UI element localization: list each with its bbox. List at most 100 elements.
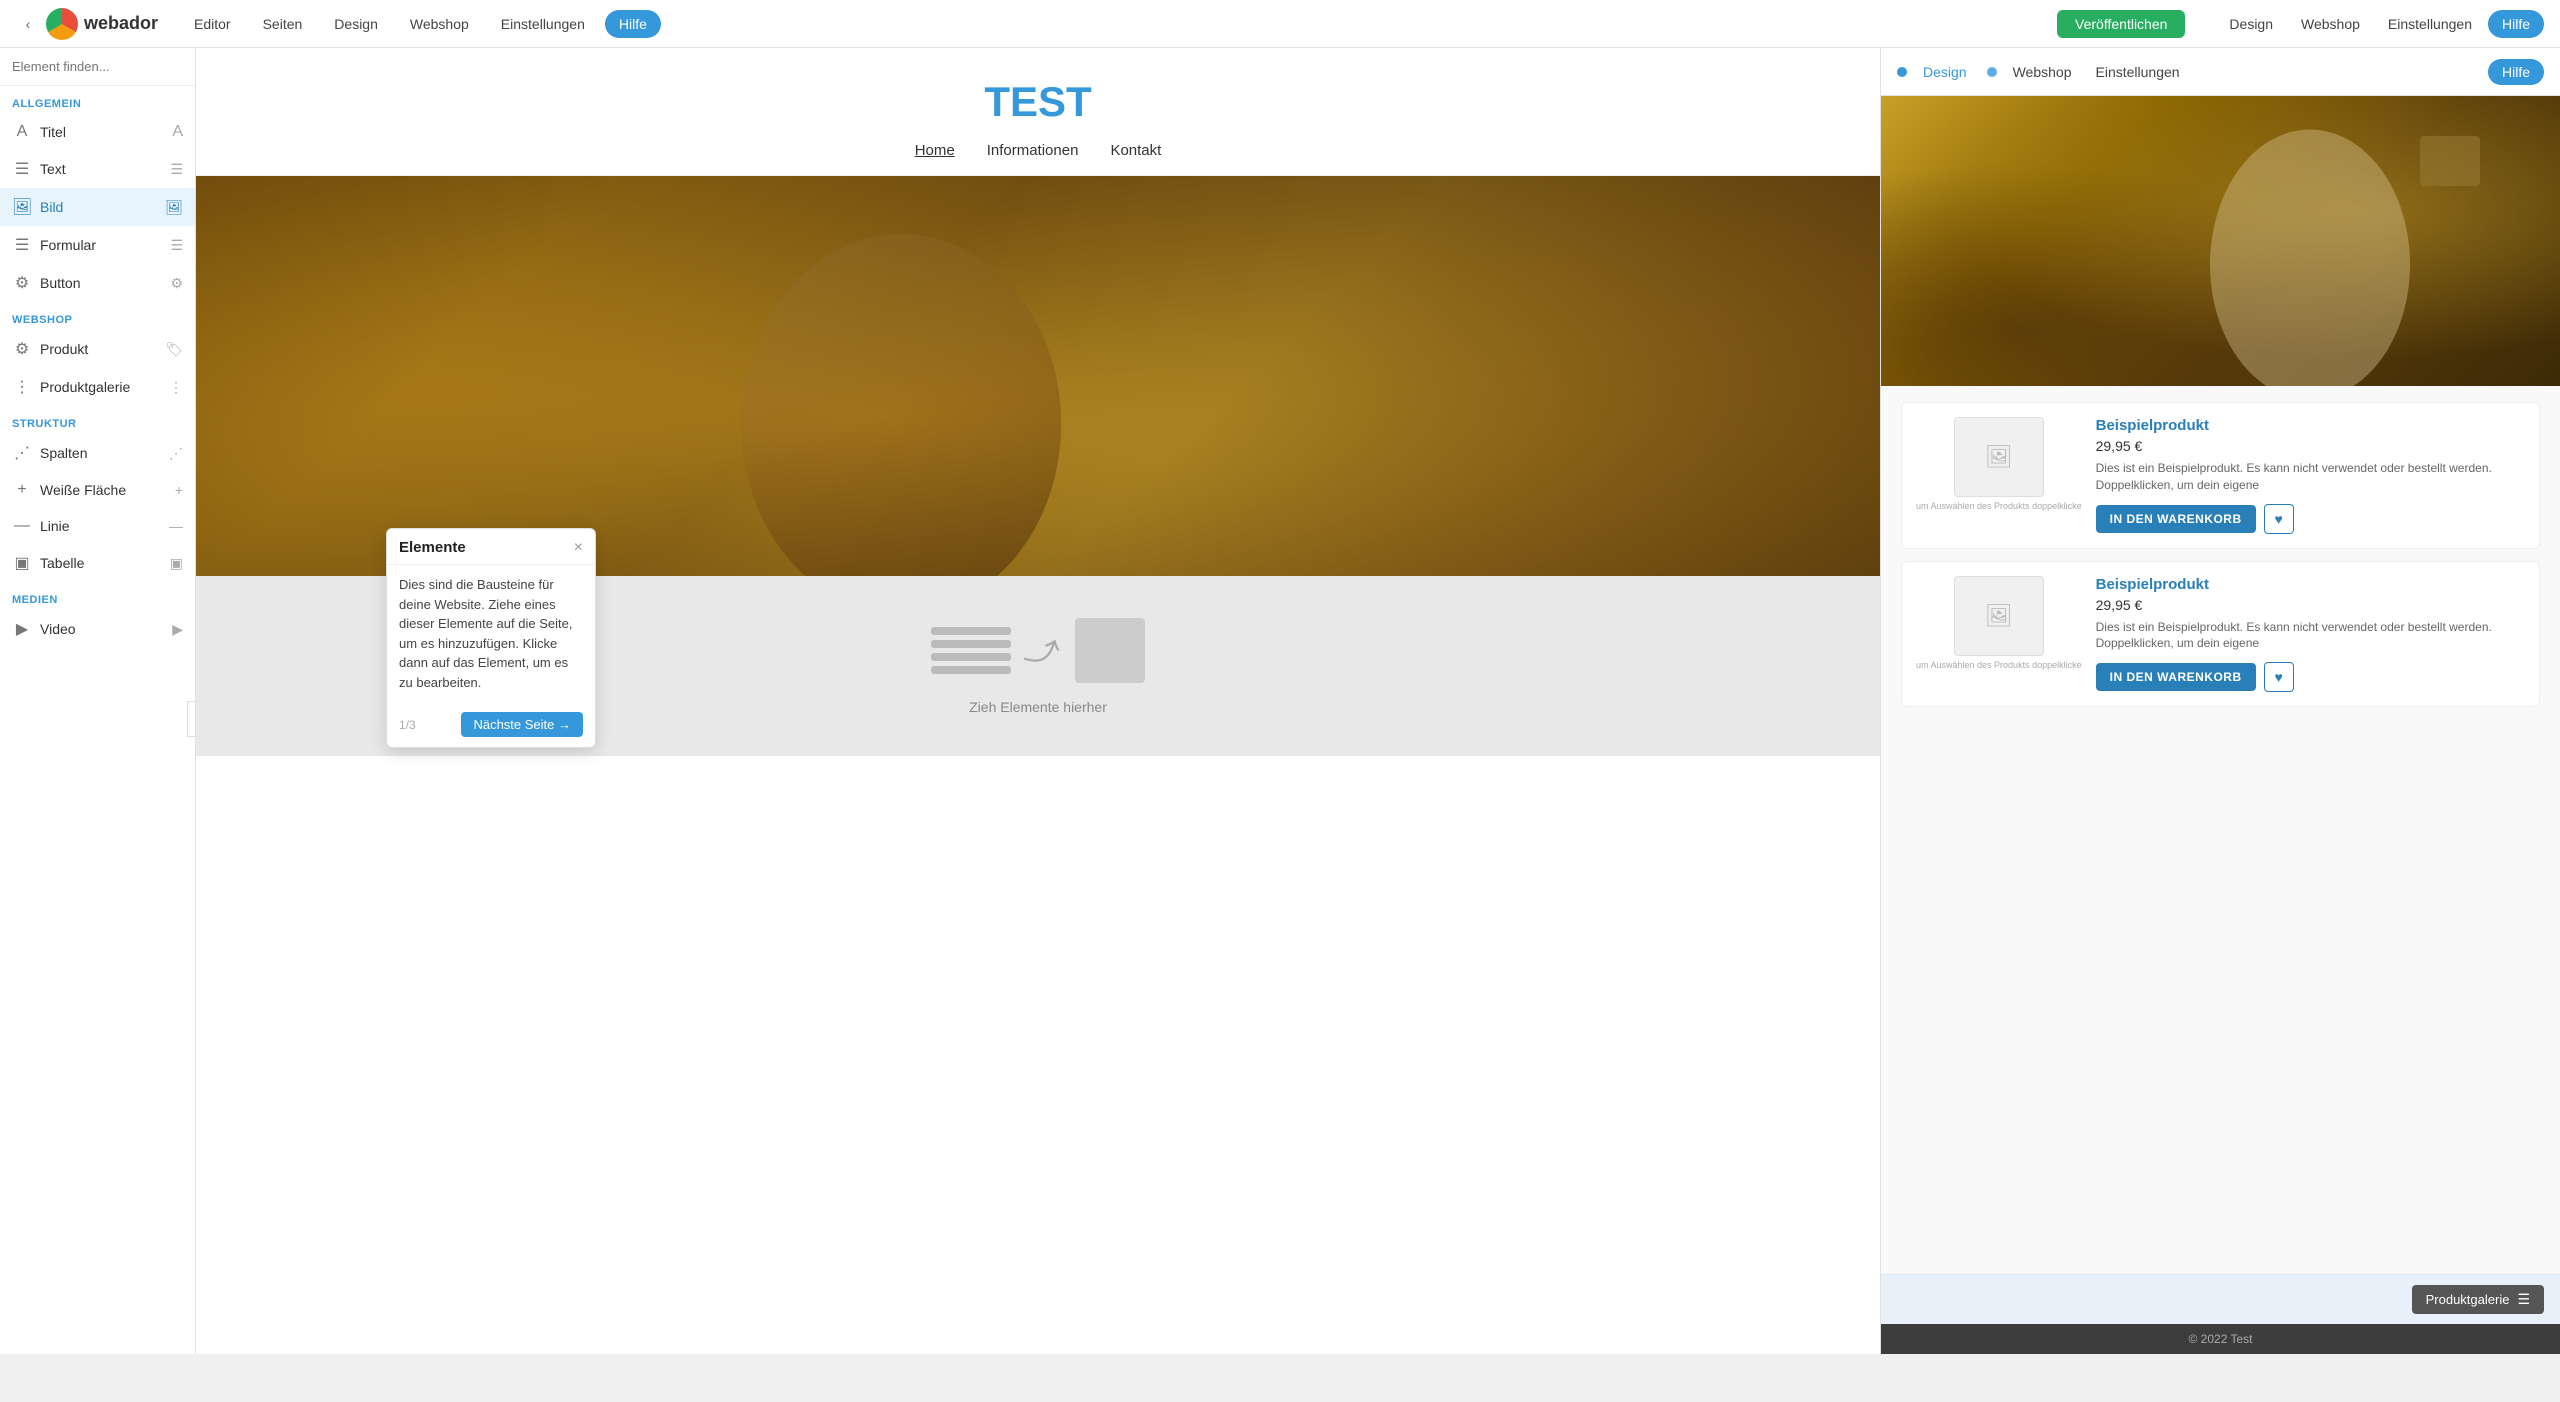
tabelle-icon: ▣ [12, 553, 32, 573]
button-icon-right: ⚙ [170, 275, 183, 292]
site-nav-kontakt[interactable]: Kontakt [1110, 142, 1161, 159]
hilfe-button-right[interactable]: Hilfe [2488, 10, 2544, 38]
top-nav: ‹ webador Editor Seiten Design Webshop E… [0, 0, 2560, 48]
right-nav-webshop[interactable]: Webshop [2289, 10, 2372, 38]
hero-image [196, 176, 1880, 576]
product-name-2: Beispielprodukt [2096, 576, 2525, 593]
nav-webshop[interactable]: Webshop [398, 10, 481, 38]
product-desc-2: Dies ist ein Beispielprodukt. Es kann ni… [2096, 619, 2525, 653]
drop-zone-lines [931, 627, 1011, 674]
right-nav-einstellungen[interactable]: Einstellungen [2088, 60, 2188, 84]
sidebar-item-label-weisse-flaeche: Weiße Fläche [40, 482, 126, 498]
bild-icon-right: 🖼 [165, 199, 183, 216]
sidebar-item-spalten[interactable]: ⋰ Spalten ⋰ [0, 434, 195, 472]
right-hilfe-button[interactable]: Hilfe [2488, 59, 2544, 85]
formular-icon: ☰ [12, 235, 32, 255]
cart-button-2[interactable]: IN DEN WARENKORB [2096, 663, 2256, 691]
text-icon: ☰ [12, 159, 32, 179]
produktgalerie-icon-right: ⋮ [169, 379, 183, 396]
sidebar-item-label-tabelle: Tabelle [40, 555, 84, 571]
gallery-label: Produktgalerie [2426, 1292, 2510, 1307]
sidebar-item-text[interactable]: ☰ Text ☰ [0, 150, 195, 188]
produktgalerie-icon: ⋮ [12, 377, 32, 397]
product-card-2: 🖼 um Auswählen des Produkts doppelklicke… [1901, 561, 2540, 708]
drop-line-1 [931, 627, 1011, 635]
sidebar-item-formular[interactable]: ☰ Formular ☰ [0, 226, 195, 264]
sidebar-item-produktgalerie[interactable]: ⋮ Produktgalerie ⋮ [0, 368, 195, 406]
popup-body: Dies sind die Bausteine für deine Websit… [387, 565, 595, 704]
nav-seiten[interactable]: Seiten [251, 10, 315, 38]
drop-arrow-icon: ⤴ [1020, 623, 1066, 677]
weisse-flaeche-icon: + [12, 481, 32, 499]
nav-design[interactable]: Design [322, 10, 390, 38]
sidebar: 🔍 ALLGEMEIN A Titel A ☰ Text ☰ 🖼 Bild 🖼 [0, 48, 196, 1354]
search-input[interactable] [12, 59, 188, 74]
main-layout: 🔍 ALLGEMEIN A Titel A ☰ Text ☰ 🖼 Bild 🖼 [0, 48, 2560, 1354]
sidebar-item-label-bild: Bild [40, 199, 63, 215]
product-image-2: 🖼 [1954, 576, 2044, 656]
popup-next-button[interactable]: Nächste Seite → [461, 712, 583, 737]
sidebar-item-tabelle[interactable]: ▣ Tabelle ▣ [0, 544, 195, 582]
elemente-popup: Elemente × Dies sind die Bausteine für d… [386, 528, 596, 748]
drop-line-4 [931, 666, 1011, 674]
right-nav-links: Design Webshop Einstellungen Hilfe [2217, 10, 2544, 38]
product-actions-2: IN DEN WARENKORB ♥ [2096, 662, 2525, 692]
popup-close-button[interactable]: × [574, 540, 583, 556]
section-allgemein: ALLGEMEIN [0, 86, 195, 114]
site-nav-home[interactable]: Home [915, 142, 955, 159]
cart-button-1[interactable]: IN DEN WARENKORB [2096, 505, 2256, 533]
section-webshop: WEBSHOP [0, 302, 195, 330]
drop-line-2 [931, 640, 1011, 648]
product-price-2: 29,95 € [2096, 597, 2525, 613]
product-image-icon-1: 🖼 [1985, 444, 2013, 470]
right-nav-webshop[interactable]: Webshop [2005, 60, 2080, 84]
produkt-icon-right: 🏷 [165, 341, 183, 358]
products-area: 🖼 um Auswählen des Produkts doppelklicke… [1881, 386, 2560, 1274]
video-icon: ▶ [12, 619, 32, 639]
heart-button-2[interactable]: ♥ [2264, 662, 2294, 692]
linie-icon: — [12, 517, 32, 535]
hilfe-button-left[interactable]: Hilfe [605, 10, 661, 38]
back-button[interactable]: ‹ [16, 12, 40, 36]
popup-page-indicator: 1/3 [399, 718, 416, 732]
sidebar-collapse-button[interactable]: ‹ [187, 701, 196, 737]
right-nav-design[interactable]: Design [1915, 60, 1975, 84]
sidebar-item-button[interactable]: ⚙ Button ⚙ [0, 264, 195, 302]
sidebar-item-weisse-flaeche[interactable]: + Weiße Fläche + [0, 472, 195, 508]
sidebar-item-produkt[interactable]: ⚙ Produkt 🏷 [0, 330, 195, 368]
sidebar-item-bild[interactable]: 🖼 Bild 🖼 [0, 188, 195, 226]
sidebar-item-label-button: Button [40, 275, 80, 291]
sidebar-item-label-produkt: Produkt [40, 341, 88, 357]
drop-target-box [1075, 618, 1145, 683]
produkt-icon: ⚙ [12, 339, 32, 359]
veroff-button[interactable]: Veröffentlichen [2057, 10, 2185, 38]
right-hero-image [1881, 96, 2560, 386]
logo-area: ‹ webador [16, 8, 158, 40]
bild-icon: 🖼 [12, 197, 32, 217]
logo-text: webador [84, 13, 158, 34]
right-nav-design[interactable]: Design [2217, 10, 2285, 38]
site-nav-info[interactable]: Informationen [987, 142, 1079, 159]
sidebar-item-linie[interactable]: — Linie — [0, 508, 195, 544]
section-medien: MEDIEN [0, 582, 195, 610]
product-desc-1: Dies ist ein Beispielprodukt. Es kann ni… [2096, 460, 2525, 494]
heart-button-1[interactable]: ♥ [2264, 504, 2294, 534]
product-actions-1: IN DEN WARENKORB ♥ [2096, 504, 2525, 534]
sidebar-item-label-titel: Titel [40, 124, 66, 140]
gallery-button[interactable]: Produktgalerie ☰ [2412, 1285, 2544, 1314]
nav-einstellungen[interactable]: Einstellungen [489, 10, 597, 38]
drop-zone-text: Zieh Elemente hierher [969, 699, 1107, 715]
nav-editor[interactable]: Editor [182, 10, 243, 38]
text-icon-right: ☰ [170, 161, 183, 178]
right-nav-einstellungen[interactable]: Einstellungen [2376, 10, 2484, 38]
video-icon-right: ▶ [172, 621, 183, 638]
popup-title: Elemente [399, 539, 466, 556]
sidebar-item-titel[interactable]: A Titel A [0, 114, 195, 150]
sidebar-item-video[interactable]: ▶ Video ▶ [0, 610, 195, 648]
right-nav-dot-1 [1897, 67, 1907, 77]
sidebar-item-label-formular: Formular [40, 237, 96, 253]
site-nav: Home Informationen Kontakt [196, 142, 1880, 159]
tabelle-icon-right: ▣ [170, 555, 183, 572]
site-title: TEST [196, 78, 1880, 126]
product-image-icon-2: 🖼 [1985, 603, 2013, 629]
